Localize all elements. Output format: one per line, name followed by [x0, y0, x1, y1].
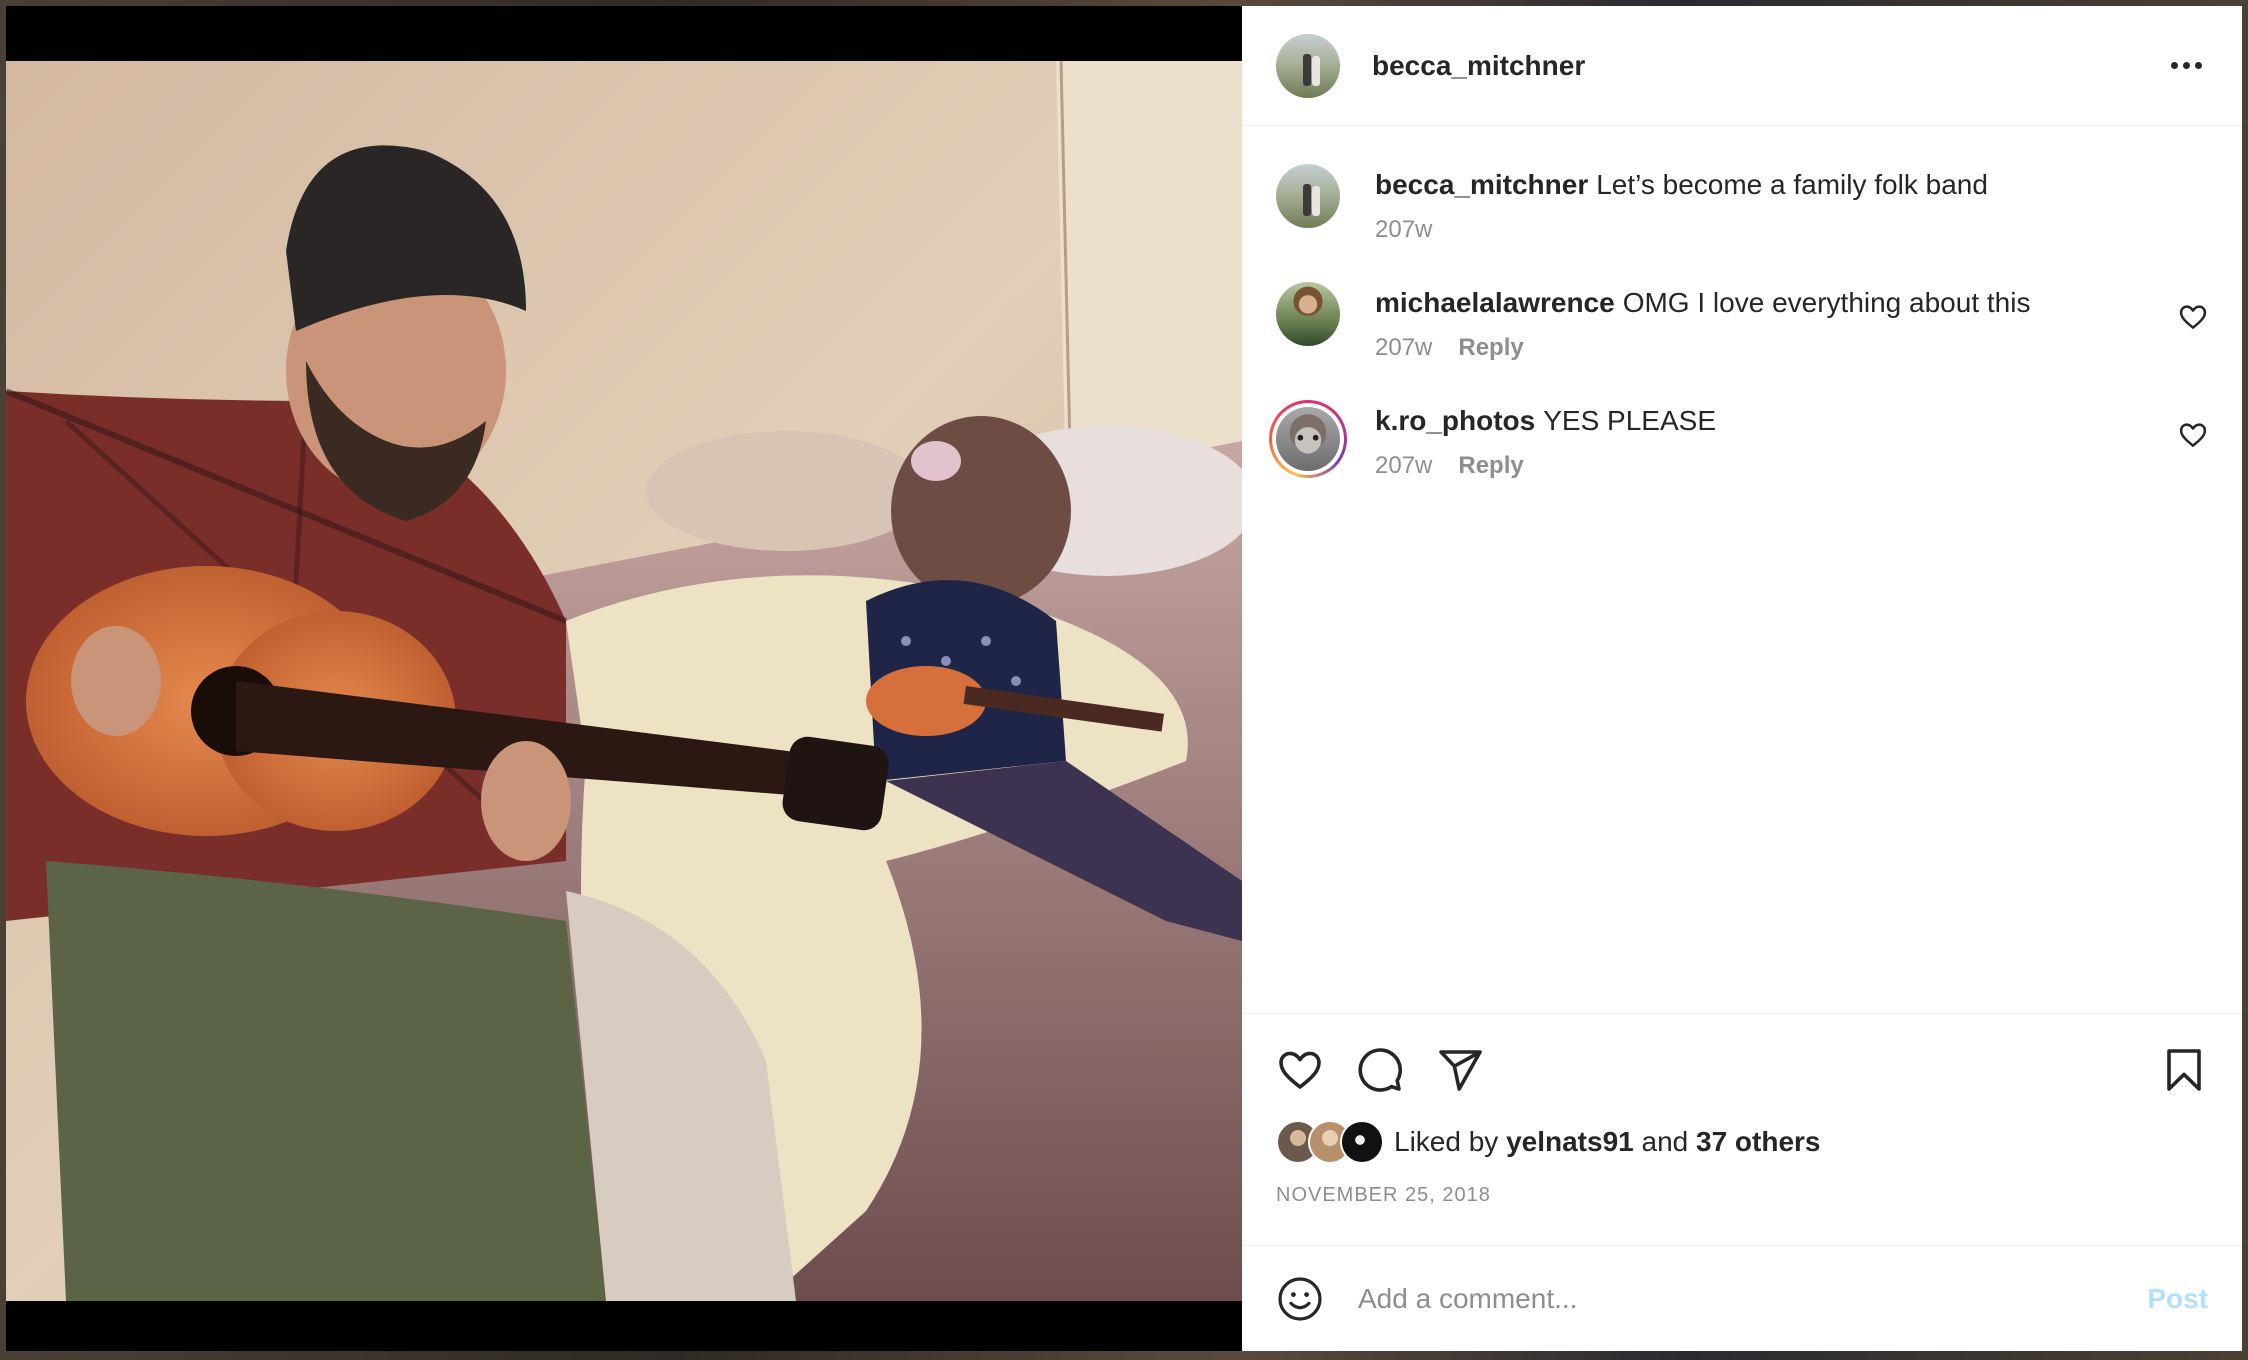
reply-button[interactable]: Reply [1458, 334, 1523, 362]
post-date[interactable]: NOVEMBER 25, 2018 [1276, 1184, 2208, 1207]
comments-list[interactable]: becca_mitchner Let’s become a family folk… [1242, 126, 2242, 1013]
story-ring[interactable] [1269, 400, 1347, 478]
reply-button[interactable]: Reply [1458, 452, 1523, 480]
post-side-panel: becca_mitchner becca_mitchner Let’s becom… [1242, 6, 2242, 1351]
comment-text: OMG I love everything about this [1622, 287, 2031, 318]
add-comment-bar: Post [1242, 1245, 2242, 1351]
caption-username[interactable]: becca_mitchner [1375, 169, 1588, 200]
author-avatar[interactable] [1276, 33, 1340, 98]
comment-age[interactable]: 207w [1375, 334, 1432, 362]
save-bookmark-icon[interactable] [2160, 1046, 2208, 1094]
comment-input[interactable] [1356, 1281, 2148, 1316]
caption-author-avatar[interactable] [1276, 164, 1340, 228]
liker-avatar [1340, 1120, 1384, 1164]
caption: becca_mitchner Let’s become a family folk… [1276, 164, 2208, 244]
comment-like-heart-icon[interactable] [2178, 302, 2208, 332]
comment-text: YES PLEASE [1543, 405, 1716, 436]
likes-prefix: Liked by [1394, 1126, 1499, 1157]
emoji-smile-icon[interactable] [1276, 1275, 1324, 1323]
post-comment-button[interactable]: Post [2147, 1283, 2208, 1315]
caption-age[interactable]: 207w [1375, 216, 1432, 244]
commenter-username[interactable]: k.ro_photos [1375, 405, 1535, 436]
share-paper-plane-icon[interactable] [1436, 1046, 1484, 1094]
post-modal: becca_mitchner becca_mitchner Let’s becom… [6, 6, 2242, 1351]
commenter-avatar[interactable] [1276, 282, 1340, 346]
comment-bubble-icon[interactable] [1356, 1046, 1404, 1094]
likes-joiner: and [1641, 1126, 1689, 1157]
comment-item: k.ro_photos YES PLEASE 207w Reply [1269, 400, 2208, 480]
like-heart-icon[interactable] [1276, 1046, 1324, 1094]
post-photo[interactable] [6, 61, 1242, 1301]
commenter-avatar [1276, 407, 1340, 471]
liker-avatars [1276, 1120, 1384, 1164]
post-actions: Liked by yelnats91 and 37 others NOVEMBE… [1242, 1013, 2242, 1245]
comment-age[interactable]: 207w [1375, 452, 1432, 480]
comment-like-heart-icon[interactable] [2178, 420, 2208, 450]
commenter-username[interactable]: michaelalawrence [1375, 287, 1615, 318]
caption-text: Let’s become a family folk band [1596, 169, 1988, 200]
liker-username[interactable]: yelnats91 [1506, 1126, 1634, 1158]
comment-item: michaelalawrence OMG I love everything ab… [1276, 282, 2208, 362]
likes-others-link[interactable]: 37 others [1696, 1126, 1821, 1158]
post-header: becca_mitchner [1242, 6, 2242, 126]
author-username[interactable]: becca_mitchner [1372, 50, 1585, 82]
more-options-icon[interactable] [2164, 44, 2208, 88]
likes-summary: Liked by yelnats91 and 37 others [1276, 1120, 2208, 1164]
media-pane [6, 6, 1242, 1351]
action-bar [1276, 1034, 2208, 1106]
